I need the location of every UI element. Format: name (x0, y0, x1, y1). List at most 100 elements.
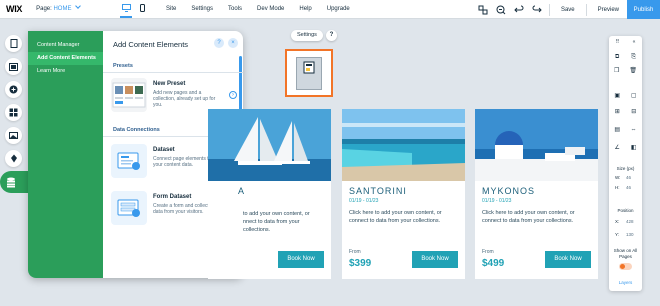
panel-close-button[interactable]: × (228, 38, 238, 48)
nav-content-manager[interactable]: Content Manager (28, 39, 103, 52)
copy-icon[interactable]: ⧉ (615, 54, 619, 61)
flip-icon[interactable]: ◧ (631, 144, 637, 151)
preset-new-preset[interactable]: New Preset Add new pages and a collectio… (111, 78, 239, 112)
card-desc: Click here to add your own content, or c… (482, 210, 575, 224)
mobile-view-icon[interactable] (136, 0, 148, 18)
menu-dev-mode[interactable]: Dev Mode (257, 6, 284, 12)
card-mykonos[interactable]: MYKONOS 01/19 - 01/23 Click here to add … (475, 109, 598, 279)
book-now-button[interactable]: Book Now (278, 251, 324, 268)
menu-tools[interactable]: Tools (228, 6, 242, 12)
redo-icon[interactable] (528, 1, 546, 19)
book-now-button[interactable]: Book Now (412, 251, 458, 268)
card-title: A (238, 186, 246, 196)
preset-thumbnail (111, 78, 147, 112)
card-image (208, 109, 331, 181)
duplicate-icon[interactable]: ❐ (614, 67, 619, 74)
page-selector[interactable]: Page: HOME (36, 3, 81, 12)
collapse-icon[interactable]: « (633, 39, 636, 45)
arrange-row: ▣ ▢ (609, 92, 642, 99)
width-field[interactable]: 46 (626, 175, 631, 180)
card-dates: 01/19 - 01/23 (482, 198, 512, 204)
settings-button[interactable]: Settings (291, 30, 323, 41)
preview-button[interactable]: Preview (598, 7, 619, 13)
save-button[interactable]: Save (561, 7, 575, 13)
device-switcher (120, 0, 148, 18)
undo-icon[interactable] (510, 1, 528, 19)
x-field[interactable]: 428 (626, 219, 634, 224)
width-key: W: (615, 175, 621, 180)
desktop-view-icon[interactable] (120, 0, 132, 18)
menu-help[interactable]: Help (299, 6, 311, 12)
add-icon[interactable] (5, 81, 22, 98)
panel-nav: Content Manager Add Content Elements Lea… (28, 31, 103, 278)
card-santorini[interactable]: SANTORINI 01/19 - 01/23 Click here to ad… (342, 109, 465, 279)
duplicate-delete-row: ❐ 🗑 (609, 67, 642, 74)
card-image (475, 109, 598, 181)
stretch-icon[interactable]: ⇔ (631, 127, 637, 133)
apps-icon[interactable] (5, 104, 22, 121)
card-desc: to add your own content, or nnect to dat… (243, 211, 310, 233)
card-price: $399 (349, 258, 372, 269)
dataset-element-icon (296, 57, 322, 90)
canvas-help-button[interactable]: ? (326, 30, 337, 41)
rotate-icon[interactable]: ∠ (614, 144, 619, 151)
menu-upgrade[interactable]: Upgrade (327, 6, 350, 12)
height-key: H: (615, 185, 620, 190)
panel-title: Add Content Elements (113, 40, 189, 49)
properties-toolbar: ⠿ « ⧉ ⎘ ❐ 🗑 ▣ ▢ ⊞ ⊟ ▤ ⇔ ∠ ◧ Size (px) W:… (609, 36, 642, 291)
show-on-all-pages-label: Show on All Pages (613, 248, 638, 259)
card-dates: 01/19 - 01/23 (349, 198, 379, 204)
panel-header: ⠿ « (609, 39, 642, 45)
card-title: MYKONOS (482, 186, 536, 196)
align-icon[interactable]: ⊞ (615, 108, 620, 115)
form-dataset-thumbnail (111, 191, 147, 225)
nav-add-content-elements[interactable]: Add Content Elements (28, 52, 103, 65)
card-title: SANTORINI (349, 186, 407, 196)
card-from-label: From (482, 249, 494, 255)
bring-forward-icon[interactable]: ▣ (614, 92, 620, 99)
nav-learn-more[interactable]: Learn More (28, 65, 103, 78)
align-row: ⊞ ⊟ (609, 108, 642, 115)
menu-site[interactable]: Site (166, 6, 176, 12)
preset-name: New Preset (153, 81, 186, 87)
toolbar-toggle-icon[interactable] (474, 1, 492, 19)
menu-settings[interactable]: Settings (191, 6, 213, 12)
delete-icon[interactable]: 🗑 (629, 67, 637, 74)
layers-button[interactable]: Layers (609, 280, 642, 285)
page-value: HOME (53, 6, 72, 12)
y-field[interactable]: 130 (626, 232, 634, 237)
wix-logo: WIX (6, 4, 23, 14)
pages-icon[interactable] (5, 35, 22, 52)
section-presets-heading: Presets (103, 60, 243, 73)
show-on-all-pages-toggle[interactable] (619, 263, 632, 270)
distribute-icon[interactable]: ⊟ (631, 108, 636, 115)
add-preset-button[interactable]: › (229, 91, 237, 99)
card-price: $499 (482, 258, 505, 269)
y-key: Y: (615, 232, 620, 237)
background-icon[interactable] (5, 58, 22, 75)
page-label: Page: (36, 6, 52, 12)
publish-button[interactable]: Publish (627, 0, 660, 19)
dataset-thumbnail (111, 144, 147, 178)
drag-handle-icon[interactable]: ⠿ (616, 39, 620, 45)
send-backward-icon[interactable]: ▢ (631, 92, 637, 99)
book-now-button[interactable]: Book Now (545, 251, 591, 268)
top-right-tools: Save Preview Publish (474, 0, 660, 19)
chevron-down-icon (75, 3, 81, 9)
card-destination[interactable]: A to add your own content, or nnect to d… (208, 109, 331, 279)
left-toolbar (0, 30, 34, 300)
pen-icon[interactable] (5, 150, 22, 167)
paste-icon[interactable]: ⎘ (631, 54, 636, 61)
selected-dataset-element[interactable] (285, 49, 333, 97)
zoom-out-icon[interactable] (492, 1, 510, 19)
media-icon[interactable] (5, 127, 22, 144)
preset-desc: Add new pages and a collection, already … (153, 90, 216, 108)
panel-help-button[interactable]: ? (214, 38, 224, 48)
top-bar: WIX Page: HOME Site Settings Tools Dev M… (0, 0, 660, 19)
height-field[interactable]: 46 (626, 185, 631, 190)
card-image (342, 109, 465, 181)
match-size-icon[interactable]: ▤ (614, 126, 620, 133)
card-from-label: From (349, 249, 361, 255)
main-menu: Site Settings Tools Dev Mode Help Upgrad… (166, 0, 365, 18)
copy-paste-row: ⧉ ⎘ (609, 54, 642, 61)
